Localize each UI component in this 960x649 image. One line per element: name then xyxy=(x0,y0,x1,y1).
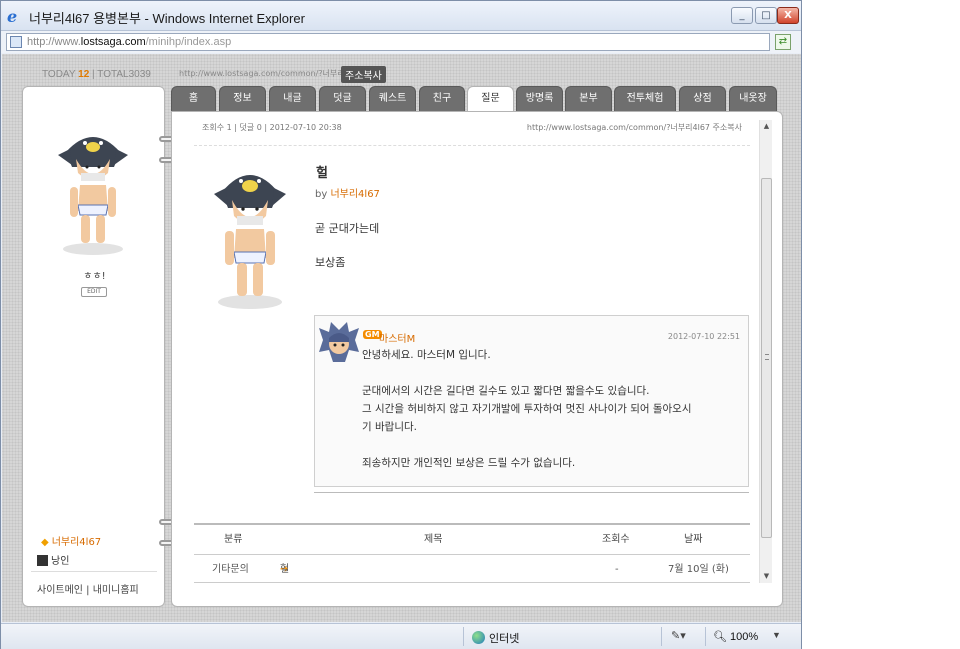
protected-mode-icon[interactable]: ✎▾ xyxy=(671,629,686,642)
table-row[interactable]: 기타문의 ➔ 헐 - 7월 10일 (화) xyxy=(194,555,750,583)
header-views: 조회수 xyxy=(602,534,630,545)
post-meta-strip: 조회수 1 | 덧글 0 | 2012-07-10 20:38 http://w… xyxy=(194,122,750,146)
avatar-image xyxy=(58,137,128,255)
content-scrollbar[interactable]: ▲ ▼ xyxy=(759,120,772,583)
divider xyxy=(31,571,157,572)
scroll-thumb[interactable] xyxy=(761,178,772,538)
post-byline: by 너부리4l67 xyxy=(315,185,380,200)
reply-author[interactable]: 마스터M xyxy=(379,330,415,345)
url-prefix: http://www. xyxy=(27,36,81,48)
site-links[interactable]: 사이트메인 | 내미니홈피 xyxy=(37,581,139,596)
zoom-dropdown-icon[interactable]: ▼ xyxy=(772,630,781,640)
visit-counter: TODAY 12 | TOTAL3039 xyxy=(42,69,151,80)
tab-battle-trial[interactable]: 전투체험 xyxy=(614,86,676,111)
status-bar: 인터넷 ✎▾ 🔍︎ 100% ▼ xyxy=(1,623,801,649)
reply-line: 죄송하지만 개인적인 보상은 드릴 수가 없습니다. xyxy=(362,457,576,469)
post-meta-left: 조회수 1 | 덧글 0 | 2012-07-10 20:38 xyxy=(202,123,342,132)
zoom-icon: 🔍︎ xyxy=(713,631,727,643)
zoom-level: 100% xyxy=(730,631,759,643)
tab-wardrobe[interactable]: 내옷장 xyxy=(729,86,777,111)
title-bar: e 너부리4l67 용병본부 - Windows Internet Explor… xyxy=(1,1,801,31)
url-host: lostsaga.com xyxy=(80,36,146,48)
header-title: 제목 xyxy=(424,534,443,545)
content-panel: 조회수 1 | 덧글 0 | 2012-07-10 20:38 http://w… xyxy=(171,111,783,607)
question-list: 분류 제목 조회수 날짜 기타문의 ➔ 헐 - 7월 10일 (화) xyxy=(194,523,750,583)
ie-logo-icon: e xyxy=(7,7,18,26)
page-favicon-icon xyxy=(10,36,22,48)
globe-icon xyxy=(472,631,485,644)
window-title: 너부리4l67 용병본부 - Windows Internet Explorer xyxy=(29,11,305,26)
post-body: 곧 군대가는데 보상좀 xyxy=(315,220,379,288)
copy-address-button[interactable]: 주소복사 xyxy=(341,66,386,83)
reply-greeting: 안녕하세요. 마스터M 입니다. xyxy=(362,349,491,361)
reply-line: 군대에서의 시간은 길다면 길수도 있고 짧다면 짧을수도 있습니다. xyxy=(362,385,650,397)
tab-questions[interactable]: 질문 xyxy=(467,86,514,113)
minimize-button[interactable]: _ xyxy=(731,7,753,24)
post-author-avatar xyxy=(214,175,286,309)
post-body-line: 보상좀 xyxy=(315,256,346,269)
scroll-up-icon[interactable]: ▲ xyxy=(760,120,773,133)
post-author[interactable]: 너부리4l67 xyxy=(330,189,379,200)
list-header: 분류 제목 조회수 날짜 xyxy=(194,523,750,555)
by-label: by xyxy=(315,189,328,200)
rank-text: 낭인 xyxy=(51,556,70,567)
tab-my-posts[interactable]: 내글 xyxy=(269,86,316,111)
username[interactable]: ◆ 너부리4l67 xyxy=(41,533,101,548)
reply-line: 기 바랍니다. xyxy=(362,421,417,433)
row-title-text: 헐 xyxy=(280,564,290,575)
profile-panel: ㅎㅎ! EDIT ◆ 너부리4l67 낭인 사이트메인 | 내미니홈피 xyxy=(22,86,165,607)
address-bar: http://www.lostsaga.com/minihp/index.asp… xyxy=(1,31,801,53)
username-text: 너부리4l67 xyxy=(51,537,102,548)
zoom-control[interactable]: 🔍︎ 100% xyxy=(713,630,758,643)
tab-friends[interactable]: 친구 xyxy=(419,86,465,111)
tab-info[interactable]: 정보 xyxy=(219,86,266,111)
scroll-down-icon[interactable]: ▼ xyxy=(760,570,773,583)
zone-label: 인터넷 xyxy=(489,633,520,645)
tab-hq[interactable]: 본부 xyxy=(565,86,612,111)
reply-text: 안녕하세요. 마스터M 입니다. 군대에서의 시간은 길다면 길수도 있고 짧다… xyxy=(362,346,742,472)
post-meta-right: http://www.lostsaga.com/common/?너부리4l67 … xyxy=(526,123,742,132)
url-field[interactable]: http://www.lostsaga.com/minihp/index.asp xyxy=(6,33,770,51)
tab-quest[interactable]: 퀘스트 xyxy=(369,86,416,111)
tab-guestbook[interactable]: 방명록 xyxy=(516,86,563,111)
row-category: 기타문의 xyxy=(212,564,249,575)
today-value: 12 xyxy=(78,69,90,80)
page-content: TODAY 12 | TOTAL3039 http://www.lostsaga… xyxy=(2,54,801,622)
row-views: - xyxy=(615,564,619,575)
gm-reply: GM 마스터M 2012-07-10 22:51 안녕하세요. 마스터M 입니다… xyxy=(314,315,749,493)
browser-window: e 너부리4l67 용병본부 - Windows Internet Explor… xyxy=(0,0,802,649)
maximize-button[interactable]: □ xyxy=(755,7,777,24)
reply-date: 2012-07-10 22:51 xyxy=(667,332,740,341)
total-value: 3039 xyxy=(128,69,151,80)
post-title: 헐 xyxy=(316,166,328,181)
user-rank: 낭인 xyxy=(37,552,69,567)
today-label: TODAY xyxy=(42,69,76,80)
header-category: 분류 xyxy=(224,534,243,545)
total-label: TOTAL xyxy=(97,69,129,80)
row-date: 7월 10일 (화) xyxy=(668,564,729,575)
counter-sep: | xyxy=(92,69,95,80)
close-button[interactable]: X xyxy=(777,7,799,24)
rank-badge-icon xyxy=(37,555,48,566)
edit-button[interactable]: EDIT xyxy=(81,287,107,297)
compat-view-icon[interactable]: ⇄ xyxy=(775,34,791,50)
tab-home[interactable]: 홈 xyxy=(171,86,216,111)
security-zone[interactable]: 인터넷 xyxy=(472,630,519,646)
gm-avatar xyxy=(319,322,359,362)
profile-status: ㅎㅎ! xyxy=(83,271,106,282)
tab-comments[interactable]: 덧글 xyxy=(319,86,366,111)
post-body-line: 곧 군대가는데 xyxy=(315,222,380,235)
tab-shop[interactable]: 상점 xyxy=(679,86,726,111)
url-path: /minihp/index.asp xyxy=(145,36,232,48)
homepage-url: http://www.lostsaga.com/common/?너부리4l67 xyxy=(179,69,363,78)
reply-line: 그 시간을 허비하지 않고 자기개발에 투자하여 멋진 사나이가 되어 돌아오시 xyxy=(362,403,692,415)
diamond-icon: ◆ xyxy=(41,537,49,548)
header-date: 날짜 xyxy=(684,534,703,545)
